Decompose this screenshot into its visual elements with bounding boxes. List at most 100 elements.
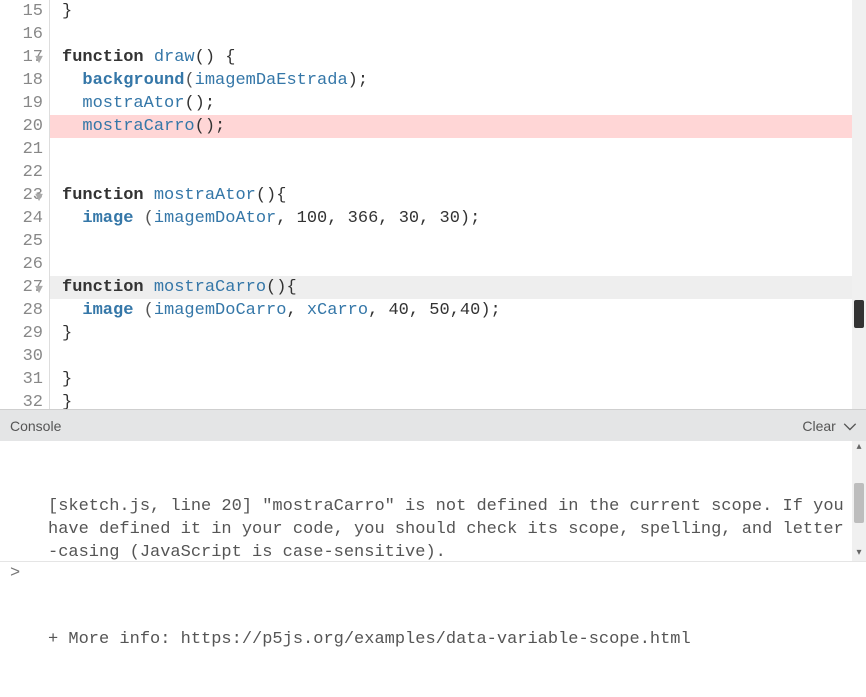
token: 100 [297,209,328,228]
line-number: 30 [4,345,43,368]
code-line[interactable] [62,161,866,184]
line-number: 19 [4,92,43,115]
token: (){ [266,278,297,297]
token: , [368,301,388,320]
console-header: Console Clear ⌵ [0,409,866,441]
code-line[interactable] [62,253,866,276]
scroll-up-icon[interactable]: ▴ [852,441,866,455]
code-editor[interactable]: 151617▼181920212223▼24252627▼2829303132 … [0,0,866,409]
line-number: 27▼ [4,276,43,299]
token: 50 [429,301,449,320]
token [62,117,82,136]
token: ); [480,301,500,320]
token: mostraCarro [154,278,266,297]
token: imagemDoAtor [154,209,276,228]
token: imagemDaEstrada [195,71,348,90]
console-title: Console [10,418,61,434]
line-number: 17▼ [4,46,43,69]
scrollbar-thumb[interactable] [854,300,864,328]
console-scrollbar-thumb[interactable] [854,483,864,523]
console-output: [sketch.js, line 20] "mostraCarro" is no… [0,441,866,561]
line-number: 29 [4,322,43,345]
line-number: 20 [4,115,43,138]
token: 30 [440,209,460,228]
scroll-down-icon[interactable]: ▾ [852,547,866,561]
console-more-info: + More info: https://p5js.org/examples/d… [48,628,848,651]
token: } [62,2,72,21]
line-number: 22 [4,161,43,184]
collapse-console-icon[interactable]: ⌵ [844,417,856,435]
code-line[interactable]: image (imagemDoCarro, xCarro, 40, 50,40)… [62,299,866,322]
token: (){ [256,186,287,205]
code-line[interactable] [62,23,866,46]
code-line[interactable]: } [62,322,866,345]
clear-button[interactable]: Clear [802,418,835,434]
token: xCarro [307,301,368,320]
code-line[interactable]: } [62,368,866,391]
token: 366 [348,209,379,228]
code-line[interactable] [62,138,866,161]
token: () { [195,48,236,67]
token: ); [348,71,368,90]
fold-icon[interactable]: ▼ [33,278,45,301]
line-number: 21 [4,138,43,161]
token: 40 [460,301,480,320]
fold-icon[interactable]: ▼ [33,186,45,209]
editor-scrollbar[interactable] [852,0,866,409]
token: draw [154,48,195,67]
token: mostraAtor [154,186,256,205]
line-number: 24 [4,207,43,230]
line-number: 25 [4,230,43,253]
console-error-message: [sketch.js, line 20] "mostraCarro" is no… [48,495,848,564]
line-number-gutter: 151617▼181920212223▼24252627▼2829303132 [0,0,50,409]
line-number: 31 [4,368,43,391]
code-line[interactable]: function draw() { [62,46,866,69]
token: } [62,393,72,409]
code-line[interactable] [62,230,866,253]
code-line[interactable]: mostraAtor(); [62,92,866,115]
line-number: 28 [4,299,43,322]
token: image [82,209,133,228]
token: } [62,370,72,389]
token: imagemDoCarro [154,301,287,320]
fold-icon[interactable]: ▼ [33,48,45,71]
line-number: 15 [4,0,43,23]
line-number: 26 [4,253,43,276]
code-line[interactable]: } [62,391,866,409]
token: ( [133,301,153,320]
line-number: 32 [4,391,43,409]
token: , [276,209,296,228]
code-line[interactable]: image (imagemDoAtor, 100, 366, 30, 30); [62,207,866,230]
token [62,94,82,113]
token [62,301,82,320]
code-line[interactable]: background(imagemDaEstrada); [62,69,866,92]
token: , [419,209,439,228]
token: mostraCarro [82,117,194,136]
line-number: 23▼ [4,184,43,207]
token: image [82,301,133,320]
token: , [378,209,398,228]
console-scrollbar[interactable]: ▴ ▾ [852,441,866,561]
token: (); [195,117,226,136]
token: function [62,48,154,67]
code-area[interactable]: }function draw() { background(imagemDaEs… [50,0,866,409]
code-line[interactable]: } [62,0,866,23]
token: background [82,71,184,90]
code-line[interactable]: mostraCarro(); [50,115,866,138]
code-line[interactable] [62,345,866,368]
token [62,71,82,90]
token: } [62,324,72,343]
line-number: 18 [4,69,43,92]
token [62,209,82,228]
line-number: 16 [4,23,43,46]
token: function [62,278,154,297]
code-line[interactable]: function mostraCarro(){ [50,276,866,299]
token: , [409,301,429,320]
token: , [327,209,347,228]
token: (); [184,94,215,113]
token: ( [133,209,153,228]
token: , [286,301,306,320]
token: 40 [388,301,408,320]
token: , [450,301,460,320]
code-line[interactable]: function mostraAtor(){ [62,184,866,207]
